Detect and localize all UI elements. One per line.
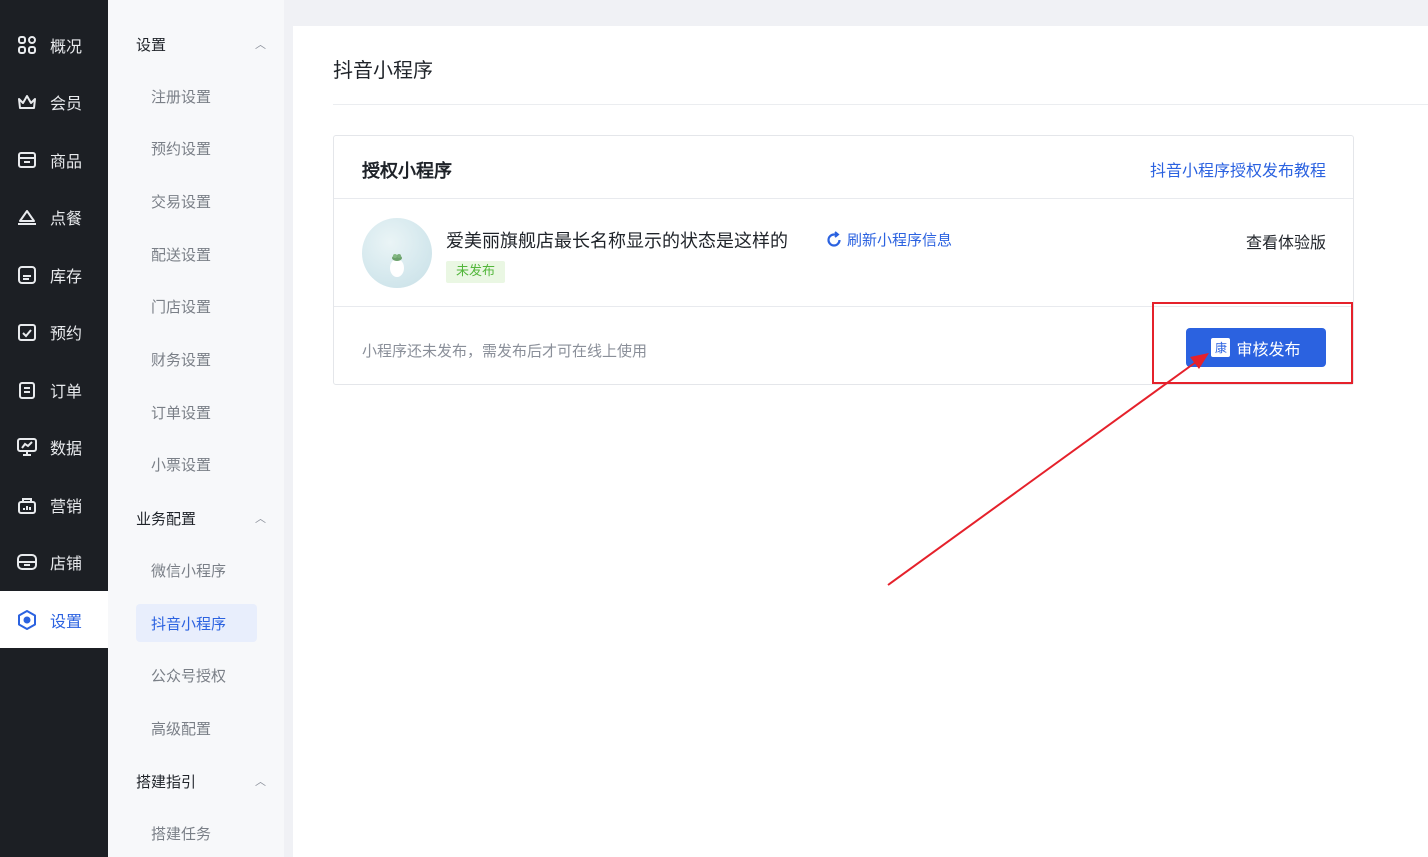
nav-label: 店铺 xyxy=(50,553,83,573)
group-settings[interactable]: 设置 ︿ xyxy=(136,29,266,59)
inventory-icon xyxy=(17,265,37,285)
publish-note: 小程序还未发布，需发布后才可在线上使用 xyxy=(362,342,648,360)
nav-item-orders[interactable]: 订单 xyxy=(0,361,108,418)
app-name: 爱美丽旗舰店最长名称显示的状态是这样的 xyxy=(446,231,788,252)
nav-label: 数据 xyxy=(50,438,83,458)
chart-monitor-icon xyxy=(17,437,37,457)
nav-item-marketing[interactable]: 营销 xyxy=(0,476,108,533)
gift-icon xyxy=(17,495,37,515)
divider xyxy=(333,104,1428,105)
nav-label: 营销 xyxy=(50,496,83,516)
sec-item-store-settings[interactable]: 门店设置 xyxy=(136,287,257,325)
sec-item-register-settings[interactable]: 注册设置 xyxy=(136,77,257,115)
sec-item-advanced-config[interactable]: 高级配置 xyxy=(136,709,257,747)
tutorial-link[interactable]: 抖音小程序授权发布教程 xyxy=(1150,157,1326,181)
nav-label: 库存 xyxy=(50,266,83,286)
calendar-check-icon xyxy=(17,322,37,342)
settings-icon xyxy=(17,609,37,630)
nav-label: 会员 xyxy=(50,93,83,113)
nav-item-ordering[interactable]: 点餐 xyxy=(0,188,108,245)
nav-label: 预约 xyxy=(50,323,83,343)
dashboard-grid-icon xyxy=(17,35,37,55)
page-title: 抖音小程序 xyxy=(333,58,433,82)
authorize-card: 授权小程序 抖音小程序授权发布教程 爱美丽旗舰店最长名称显示的状态是这样的 刷新… xyxy=(333,135,1354,385)
nav-label: 设置 xyxy=(50,611,83,631)
sec-item-receipt-settings[interactable]: 小票设置 xyxy=(136,445,257,483)
nav-item-reservation[interactable]: 预约 xyxy=(0,303,108,360)
nav-item-data[interactable]: 数据 xyxy=(0,418,108,475)
nav-item-overview[interactable]: 概况 xyxy=(0,16,108,73)
publish-icon: 康 xyxy=(1211,338,1231,357)
primary-sidebar: 概况 会员 商品 点餐 库存 预约 订单 数据 营销 店铺 设置 xyxy=(0,0,108,857)
publish-label: 审核发布 xyxy=(1236,339,1301,359)
nav-item-members[interactable]: 会员 xyxy=(0,73,108,130)
secondary-sidebar: 设置 ︿ 注册设置 预约设置 交易设置 配送设置 门店设置 财务设置 订单设置 … xyxy=(108,0,284,857)
sec-item-official-account-auth[interactable]: 公众号授权 xyxy=(136,656,257,694)
main-panel: 抖音小程序 授权小程序 抖音小程序授权发布教程 爱美丽旗舰店最长名称显示的状态是… xyxy=(293,26,1428,857)
sec-item-wechat-miniprogram[interactable]: 微信小程序 xyxy=(136,551,257,589)
nav-item-settings[interactable]: 设置 xyxy=(0,591,108,648)
sec-item-trade-settings[interactable]: 交易设置 xyxy=(136,182,257,220)
group-label: 业务配置 xyxy=(136,509,197,528)
chevron-up-icon: ︿ xyxy=(255,775,266,788)
sec-item-douyin-miniprogram[interactable]: 抖音小程序 xyxy=(136,604,257,642)
view-trial-version-link[interactable]: 查看体验版 xyxy=(1246,229,1326,253)
refresh-label: 刷新小程序信息 xyxy=(847,231,953,249)
miniprogram-info-row: 爱美丽旗舰店最长名称显示的状态是这样的 刷新小程序信息 未发布 查看体验版 xyxy=(334,199,1353,307)
nav-label: 点餐 xyxy=(50,208,83,228)
nav-item-inventory[interactable]: 库存 xyxy=(0,246,108,303)
card-header: 授权小程序 抖音小程序授权发布教程 xyxy=(334,136,1353,199)
chevron-up-icon: ︿ xyxy=(255,38,266,51)
refresh-icon xyxy=(825,230,843,249)
dish-cover-icon xyxy=(17,207,37,227)
store-icon xyxy=(17,150,37,170)
status-badge: 未发布 xyxy=(446,261,506,283)
nav-label: 订单 xyxy=(50,381,83,401)
nav-item-products[interactable]: 商品 xyxy=(0,131,108,188)
group-label: 搭建指引 xyxy=(136,772,197,791)
group-business-config[interactable]: 业务配置 ︿ xyxy=(136,503,266,533)
card-title: 授权小程序 xyxy=(362,161,452,182)
clipboard-icon xyxy=(17,380,37,400)
sec-item-order-settings[interactable]: 订单设置 xyxy=(136,393,257,431)
shop-icon xyxy=(17,552,37,572)
crown-icon xyxy=(17,92,37,112)
app-avatar xyxy=(362,218,432,288)
sec-item-setup-tasks[interactable]: 搭建任务 xyxy=(136,814,257,852)
sec-item-reservation-settings[interactable]: 预约设置 xyxy=(136,129,257,167)
submit-review-publish-button[interactable]: 康 审核发布 xyxy=(1186,328,1326,367)
nav-label: 商品 xyxy=(50,151,83,171)
refresh-info-link[interactable]: 刷新小程序信息 xyxy=(825,229,952,250)
sec-item-finance-settings[interactable]: 财务设置 xyxy=(136,340,257,378)
nav-item-shop[interactable]: 店铺 xyxy=(0,533,108,590)
group-label: 设置 xyxy=(136,35,167,54)
sec-item-delivery-settings[interactable]: 配送设置 xyxy=(136,235,257,273)
group-setup-guide[interactable]: 搭建指引 ︿ xyxy=(136,766,266,796)
nav-label: 概况 xyxy=(50,36,83,56)
chevron-up-icon: ︿ xyxy=(255,512,266,525)
